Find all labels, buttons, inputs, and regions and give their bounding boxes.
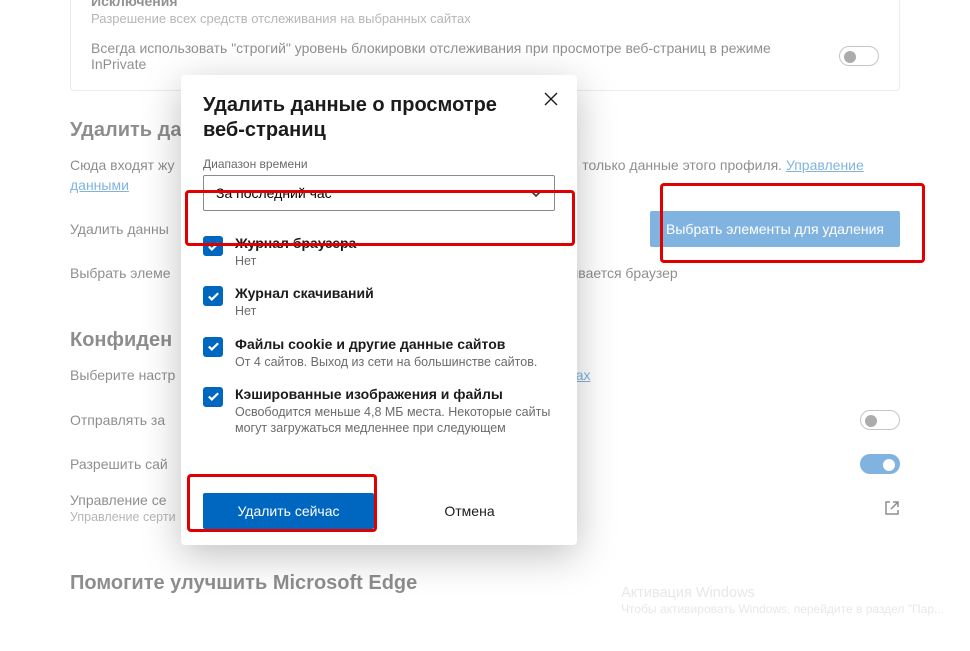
checkmark-icon [207, 340, 220, 353]
time-range-label: Диапазон времени [203, 157, 555, 171]
clear-now-button[interactable]: Удалить сейчас [203, 493, 374, 529]
item-label: Журнал скачиваний [235, 285, 374, 301]
clear-data-dialog: Удалить данные о просмотре веб-страниц Д… [181, 75, 577, 545]
time-range-value: За последний час [216, 185, 332, 201]
chevron-down-icon [529, 186, 543, 200]
item-label: Кэшированные изображения и файлы [235, 386, 555, 402]
item-browsing-history: Журнал браузера Нет [203, 229, 555, 279]
item-text: Файлы cookie и другие данные сайтов От 4… [235, 336, 537, 370]
checkmark-icon [207, 390, 220, 403]
item-download-history: Журнал скачиваний Нет [203, 279, 555, 329]
checkbox-cookies[interactable] [203, 337, 223, 357]
checkbox-download-history[interactable] [203, 286, 223, 306]
item-sub: Освободится меньше 4,8 МБ места. Некотор… [235, 404, 555, 437]
time-range-select[interactable]: За последний час [203, 175, 555, 211]
checkmark-icon [207, 240, 220, 253]
close-icon [544, 92, 558, 106]
item-sub: Нет [235, 303, 374, 319]
item-cookies: Файлы cookie и другие данные сайтов От 4… [203, 330, 555, 380]
item-text: Журнал скачиваний Нет [235, 285, 374, 319]
item-sub: От 4 сайтов. Выход из сети на большинств… [235, 354, 537, 370]
checkbox-browsing-history[interactable] [203, 236, 223, 256]
clear-items-list: Журнал браузера Нет Журнал скачиваний Не… [203, 229, 555, 483]
cancel-button[interactable]: Отмена [384, 493, 555, 529]
item-cached: Кэшированные изображения и файлы Освобод… [203, 380, 555, 447]
item-text: Журнал браузера Нет [235, 235, 356, 269]
dialog-title: Удалить данные о просмотре веб-страниц [203, 93, 555, 143]
dialog-actions: Удалить сейчас Отмена [203, 493, 555, 529]
dialog-close-button[interactable] [539, 87, 563, 111]
item-label: Журнал браузера [235, 235, 356, 251]
time-range-field: За последний час [203, 175, 555, 211]
item-sub: Нет [235, 253, 356, 269]
item-text: Кэшированные изображения и файлы Освобод… [235, 386, 555, 437]
checkmark-icon [207, 290, 220, 303]
item-label: Файлы cookie и другие данные сайтов [235, 336, 537, 352]
checkbox-cached[interactable] [203, 387, 223, 407]
